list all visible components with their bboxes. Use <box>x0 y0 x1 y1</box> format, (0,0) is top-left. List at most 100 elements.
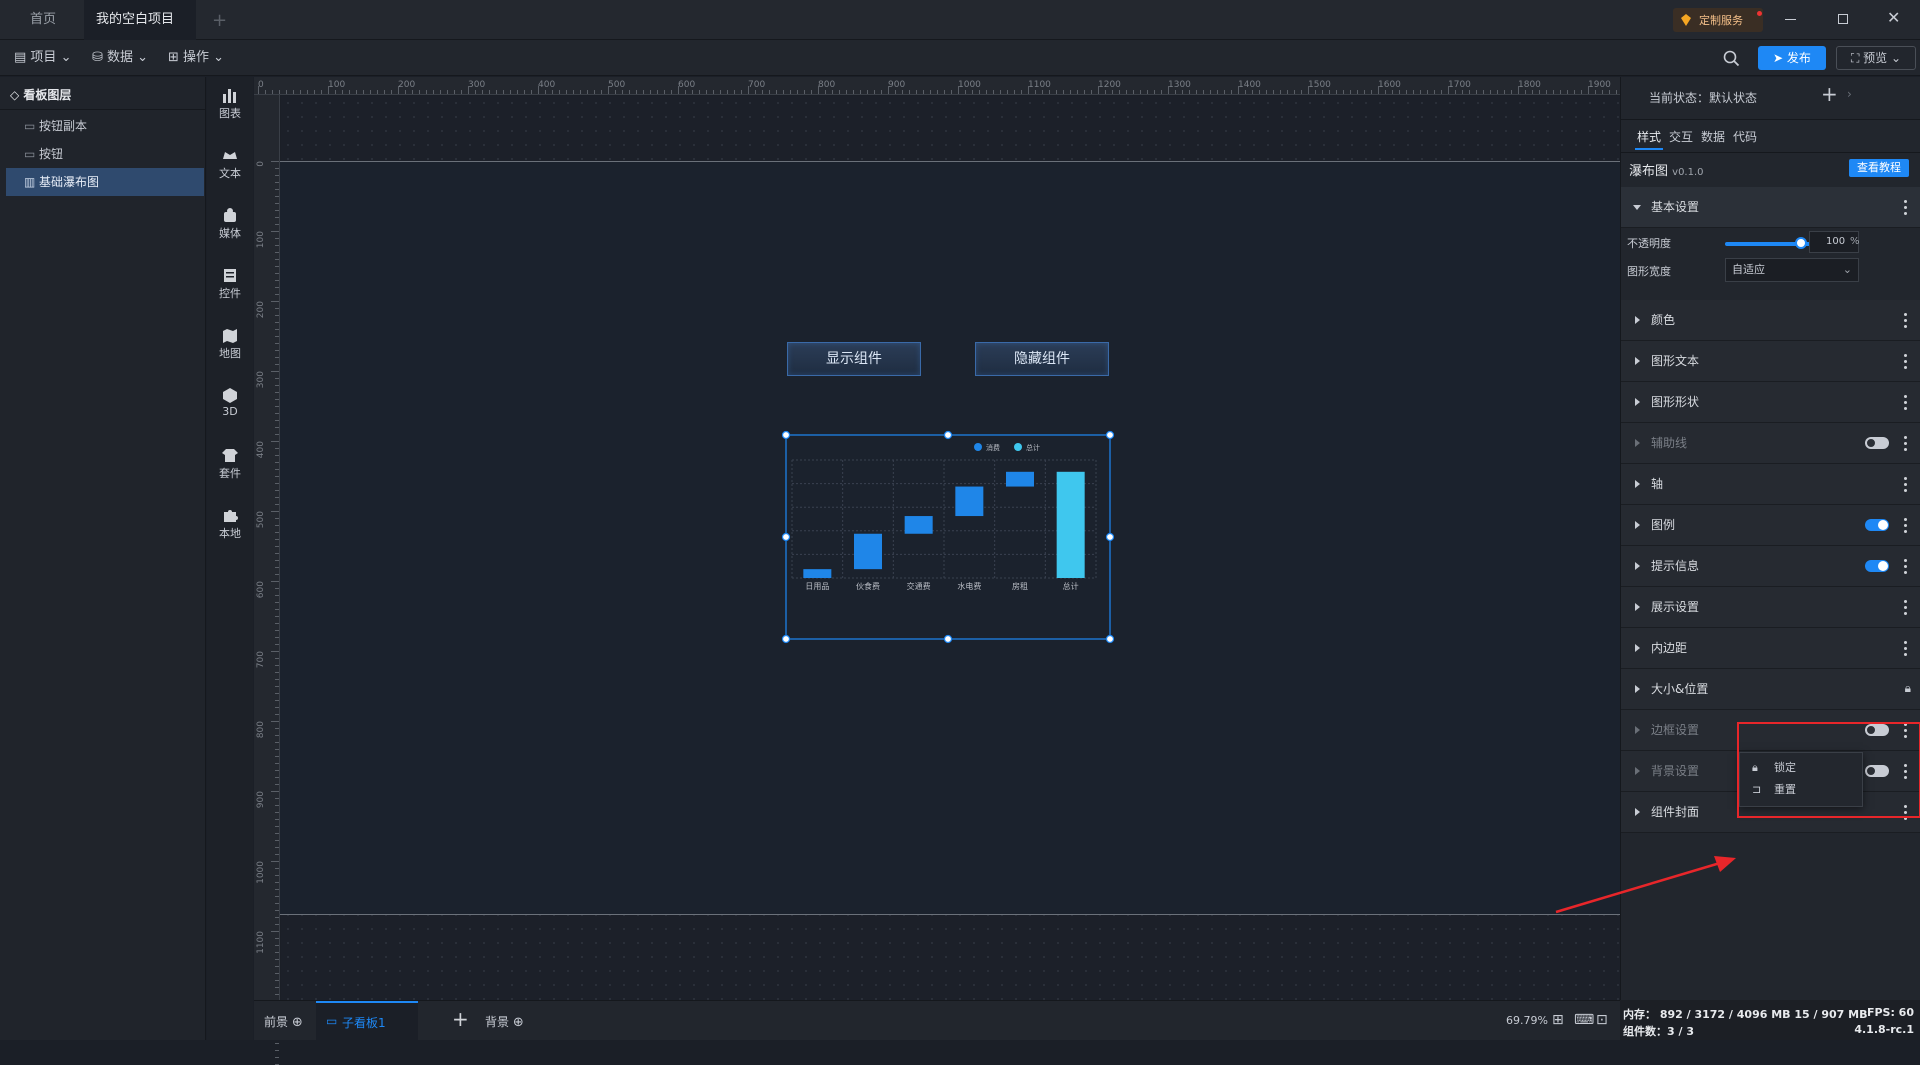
waterfall-bar[interactable] <box>854 533 882 570</box>
toggle-switch[interactable] <box>1865 519 1889 531</box>
restore-icon[interactable] <box>1838 14 1848 24</box>
more-icon[interactable] <box>1904 559 1907 574</box>
view-tutorial-button[interactable]: 查看教程 <box>1849 159 1909 177</box>
tab-home[interactable]: 首页 <box>18 0 68 40</box>
resize-handle[interactable] <box>943 430 953 440</box>
background-tab[interactable]: 背景 ⊕ <box>485 1013 524 1030</box>
width-select[interactable]: 自适应 ⌄ <box>1725 258 1859 282</box>
more-icon[interactable] <box>1904 200 1907 215</box>
custom-service-button[interactable]: 定制服务 <box>1673 8 1763 32</box>
category-chart[interactable]: 图表 <box>207 87 253 121</box>
legend-label[interactable]: 消费 <box>986 443 1000 452</box>
publish-button[interactable]: ➤ 发布 <box>1758 46 1826 70</box>
more-icon[interactable] <box>1904 354 1907 369</box>
section-3[interactable]: 辅助线 <box>1621 423 1920 464</box>
layer-item[interactable]: ▭ 按钮副本 <box>6 112 204 140</box>
section-7[interactable]: 展示设置 <box>1621 587 1920 628</box>
new-tab-plus-icon[interactable]: + <box>212 10 227 31</box>
search-icon[interactable] <box>1723 50 1740 67</box>
ruler-tick <box>275 434 279 435</box>
more-icon[interactable] <box>1904 395 1907 410</box>
lock-icon[interactable]: 🔒︎ <box>1905 681 1911 696</box>
show-component-button[interactable]: 显示组件 <box>787 342 921 376</box>
tab-data[interactable]: 数据 <box>1697 126 1729 148</box>
resize-handle[interactable] <box>943 634 953 644</box>
resize-handle[interactable] <box>1105 430 1115 440</box>
waterfall-bar[interactable] <box>955 486 984 517</box>
foreground-tab[interactable]: 前景 ⊕ <box>264 1013 303 1030</box>
resize-handle[interactable] <box>1105 634 1115 644</box>
more-icon[interactable] <box>1904 477 1907 492</box>
tab-interaction[interactable]: 交互 <box>1665 126 1697 148</box>
menu-project[interactable]: ▤ 项目 ⌄ <box>14 40 71 76</box>
ruler-tick <box>275 1043 279 1044</box>
menu-operate[interactable]: ⊞ 操作 ⌄ <box>168 40 224 76</box>
terminal-icon[interactable]: ⊡ <box>1596 1012 1608 1028</box>
add-circle-icon[interactable]: ⊕ <box>292 1015 303 1030</box>
section-basic-settings[interactable]: 基本设置 <box>1621 187 1920 228</box>
section-1[interactable]: 图形文本 <box>1621 341 1920 382</box>
add-board-icon[interactable]: + <box>452 1007 469 1031</box>
section-5[interactable]: 图例 <box>1621 505 1920 546</box>
more-icon[interactable] <box>1904 641 1907 656</box>
category-3d[interactable]: 3D <box>207 387 253 418</box>
zoom-level[interactable]: 69.79% <box>1506 1014 1548 1027</box>
waterfall-bar[interactable] <box>803 569 832 578</box>
tab-sub-board[interactable]: ▭ 子看板1 <box>316 1001 418 1040</box>
section-label: 图形文本 <box>1651 354 1700 368</box>
menu-data[interactable]: ⛁ 数据 ⌄ <box>92 40 148 76</box>
state-label: 当前状态： <box>1649 91 1710 105</box>
section-2[interactable]: 图形形状 <box>1621 382 1920 423</box>
section-4[interactable]: 轴 <box>1621 464 1920 505</box>
add-state-icon[interactable]: + <box>1821 82 1838 106</box>
section-9[interactable]: 大小&位置 🔒︎ <box>1621 669 1920 710</box>
section-label: 图例 <box>1651 518 1676 532</box>
tab-project[interactable]: 我的空白项目 <box>84 0 196 64</box>
preview-button[interactable]: ⛶ 预览 ⌄ <box>1836 46 1916 70</box>
section-6[interactable]: 提示信息 <box>1621 546 1920 587</box>
resize-handle[interactable] <box>781 634 791 644</box>
section-0[interactable]: 颜色 <box>1621 300 1920 341</box>
section-8[interactable]: 内边距 <box>1621 628 1920 669</box>
waterfall-chart[interactable]: 日用品 伙食费 交通费 水电费 房租 总计 消费 总计 <box>780 430 1118 644</box>
more-icon[interactable] <box>1904 600 1907 615</box>
layer-item[interactable]: ▭ 按钮 <box>6 140 204 168</box>
opacity-slider-handle[interactable] <box>1795 237 1807 249</box>
toggle-switch[interactable] <box>1865 437 1889 449</box>
more-icon[interactable] <box>1904 313 1907 328</box>
keyboard-icon[interactable]: ⌨ <box>1574 1012 1594 1028</box>
ruler-tick <box>275 742 279 743</box>
category-map[interactable]: 地图 <box>207 327 253 361</box>
tab-style[interactable]: 样式 <box>1633 126 1665 148</box>
category-kit[interactable]: 套件 <box>207 447 253 481</box>
category-local[interactable]: 本地 <box>207 507 253 541</box>
ruler-tick <box>275 588 279 589</box>
close-icon[interactable]: ✕ <box>1887 8 1900 27</box>
opacity-input[interactable]: 100% <box>1809 231 1860 253</box>
layer-item-selected[interactable]: ▥ 基础瀑布图 <box>6 168 204 196</box>
category-text[interactable]: 文本 <box>207 147 253 181</box>
waterfall-bar[interactable] <box>904 516 933 534</box>
resize-handle[interactable] <box>781 430 791 440</box>
toggle-switch[interactable] <box>1865 560 1889 572</box>
minimize-icon[interactable] <box>1785 19 1796 20</box>
add-circle-icon[interactable]: ⊕ <box>513 1015 524 1030</box>
state-value[interactable]: 默认状态 <box>1709 91 1757 105</box>
resize-handle[interactable] <box>781 532 791 542</box>
ruler-tick <box>275 854 279 855</box>
ruler-tick <box>1238 86 1239 94</box>
more-icon[interactable] <box>1904 518 1907 533</box>
legend-label[interactable]: 总计 <box>1026 443 1040 452</box>
tab-code[interactable]: 代码 <box>1729 126 1761 148</box>
fit-screen-icon[interactable]: ⊞ <box>1552 1012 1564 1028</box>
ruler-tick <box>275 280 279 281</box>
hide-component-button[interactable]: 隐藏组件 <box>975 342 1109 376</box>
ruler-tick <box>275 196 279 197</box>
more-icon[interactable] <box>1904 436 1907 451</box>
chevron-right-icon[interactable]: › <box>1847 87 1852 101</box>
resize-handle[interactable] <box>1105 532 1115 542</box>
category-media[interactable]: 媒体 <box>207 207 253 241</box>
waterfall-bar[interactable] <box>1056 471 1085 578</box>
waterfall-bar[interactable] <box>1006 471 1034 487</box>
category-control[interactable]: 控件 <box>207 267 253 301</box>
